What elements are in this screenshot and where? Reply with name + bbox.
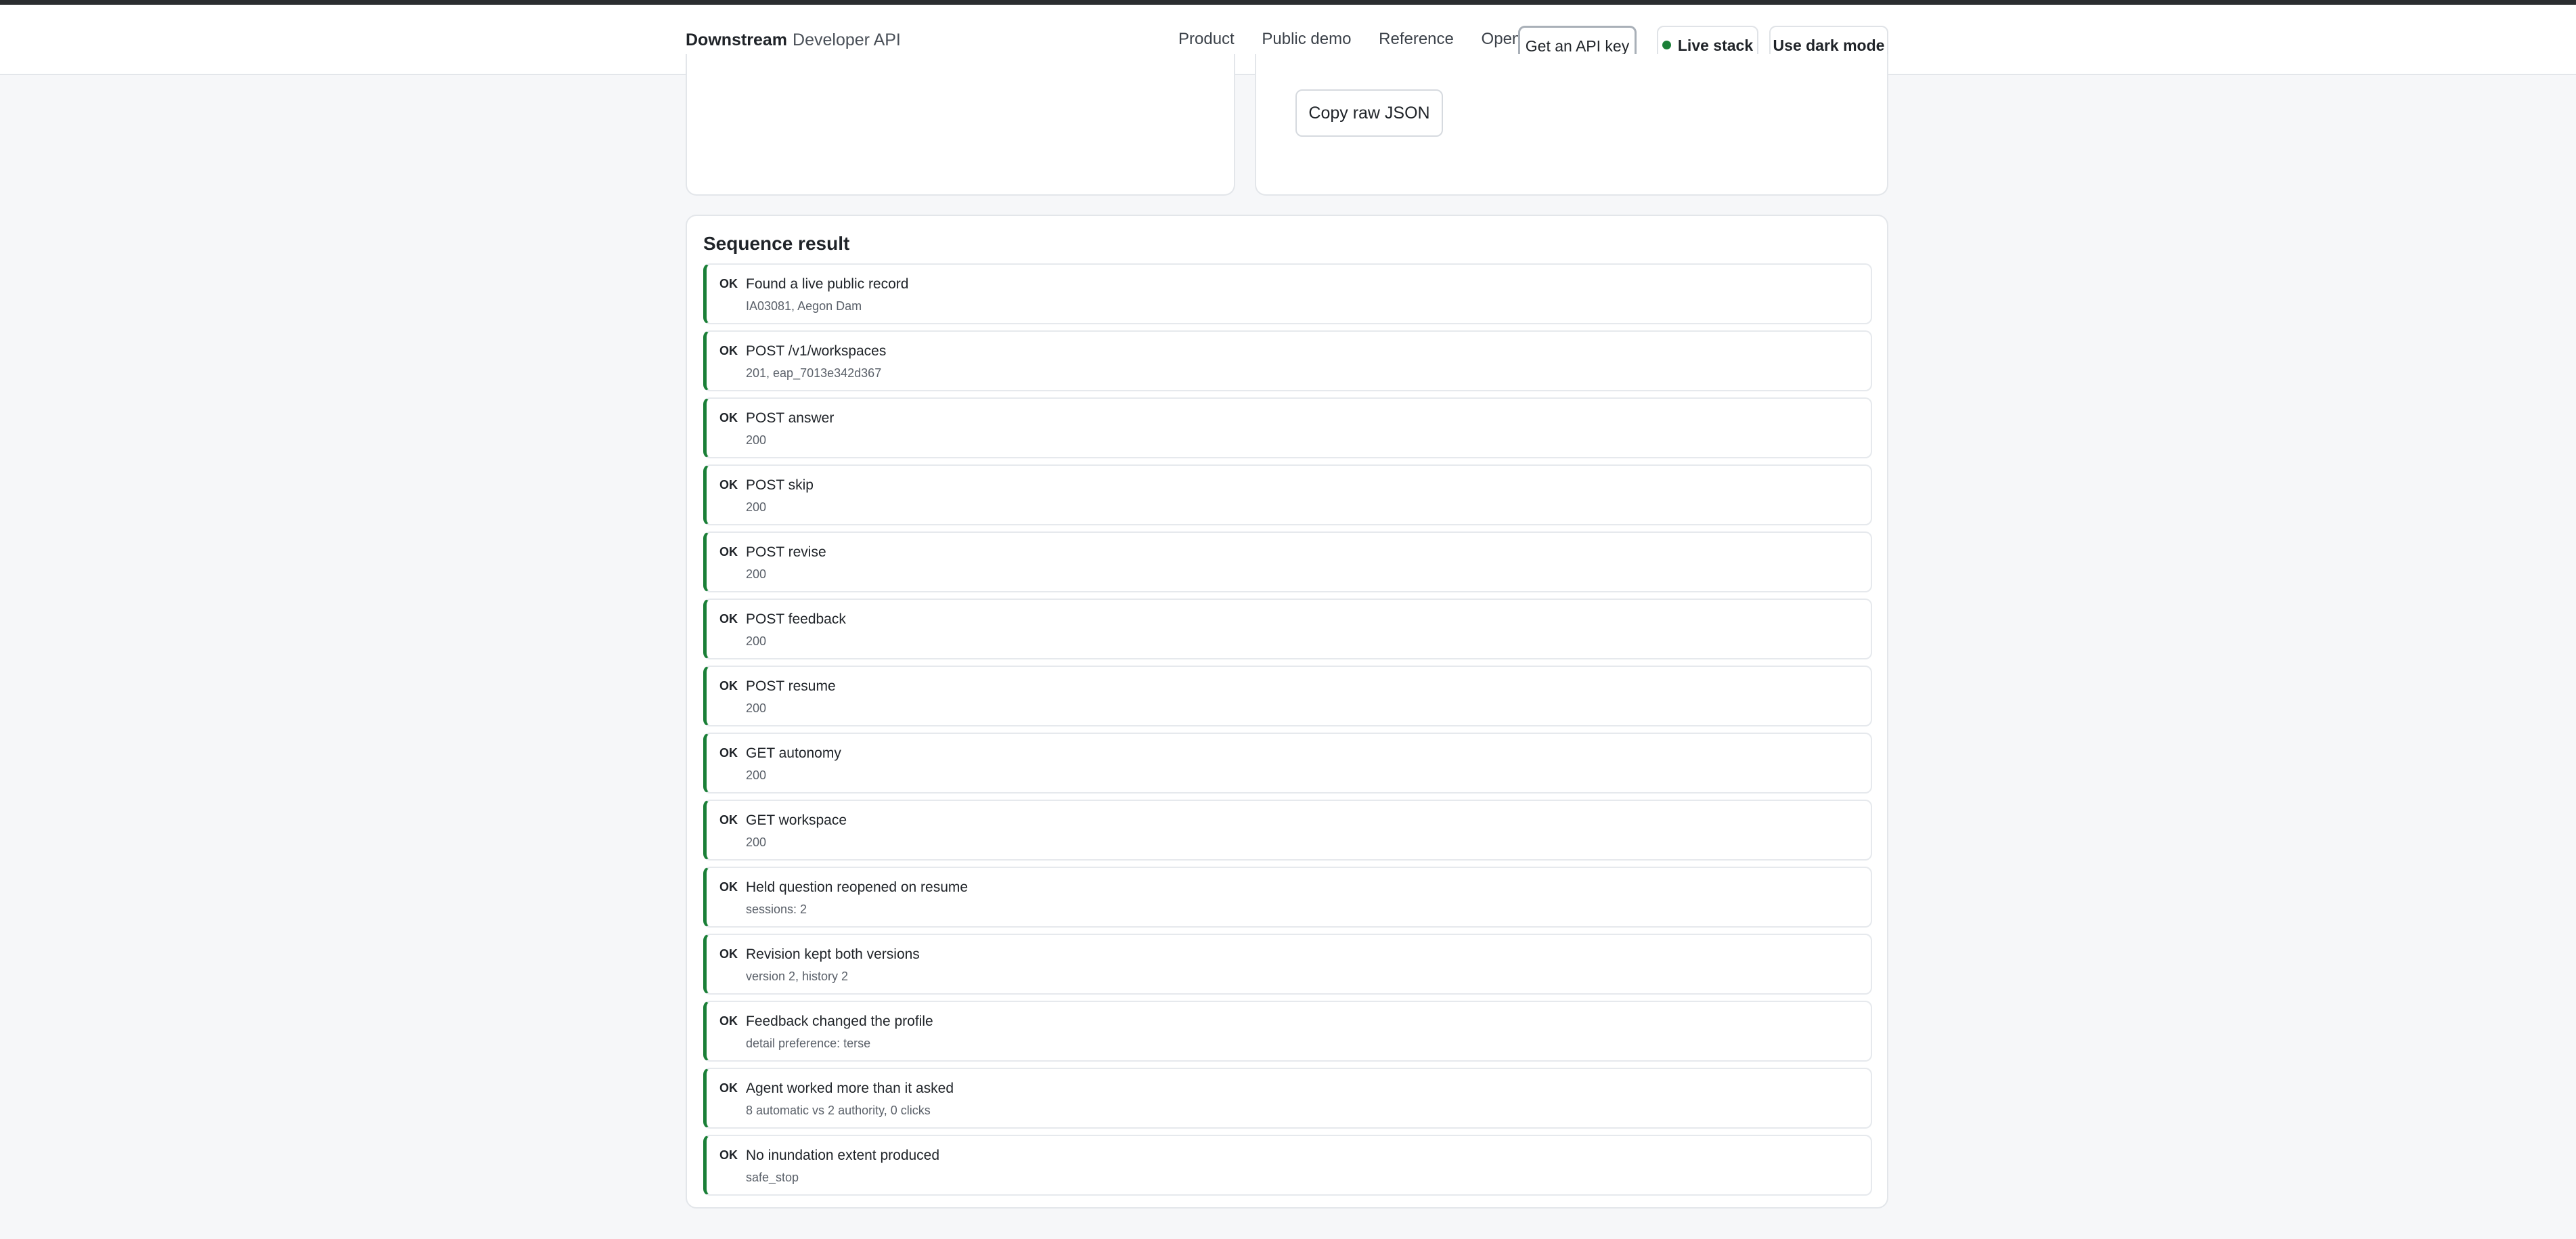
status-badge: OK xyxy=(719,1081,738,1095)
step-label: Held question reopened on resume xyxy=(746,879,969,895)
step-label: No inundation extent produced xyxy=(746,1148,940,1163)
status-badge: OK xyxy=(719,947,738,961)
sequence-result-row: OK POST revise 200 xyxy=(703,531,1872,592)
step-label: Found a live public record xyxy=(746,276,909,292)
step-detail: safe_stop xyxy=(746,1171,799,1184)
step-label: Feedback changed the profile xyxy=(746,1014,933,1029)
status-badge: OK xyxy=(719,478,738,492)
sequence-result-row: OK Found a live public record IA03081, Aeg… xyxy=(703,263,1872,324)
sequence-result-row: OK No inundation extent produced safe_stop xyxy=(703,1135,1872,1196)
sequence-result-row: OK Held question reopened on resume sessio… xyxy=(703,867,1872,928)
sequence-result-row: OK Revision kept both versions version 2, … xyxy=(703,934,1872,995)
step-label: POST revise xyxy=(746,544,826,560)
status-badge: OK xyxy=(719,1014,738,1028)
window-top-strip xyxy=(0,0,2576,5)
sequence-result-row: OK POST answer 200 xyxy=(703,397,1872,458)
sequence-result-row: OK POST skip 200 xyxy=(703,464,1872,525)
sequence-result-row: OK Feedback changed the profile detail pre… xyxy=(703,1001,1872,1062)
step-label: POST skip xyxy=(746,477,814,493)
copy-raw-json-button[interactable]: Copy raw JSON xyxy=(1295,89,1443,137)
step-detail: 200 xyxy=(746,634,767,648)
status-badge: OK xyxy=(719,746,738,760)
step-detail: detail preference: terse xyxy=(746,1037,871,1050)
step-detail: 200 xyxy=(746,567,767,581)
status-badge: OK xyxy=(719,612,738,626)
step-label: Agent worked more than it asked xyxy=(746,1081,954,1096)
status-badge: OK xyxy=(719,679,738,693)
sequence-result-panel: Sequence result OK Found a live public re… xyxy=(686,215,1888,1209)
step-label: GET autonomy xyxy=(746,745,841,761)
nav-product[interactable]: Product xyxy=(1178,30,1235,48)
sequence-result-row: OK POST resume 200 xyxy=(703,666,1872,726)
step-detail: sessions: 2 xyxy=(746,903,807,916)
status-badge: OK xyxy=(719,411,738,425)
status-badge: OK xyxy=(719,880,738,894)
sequence-result-row: OK POST feedback 200 xyxy=(703,599,1872,659)
step-detail: IA03081, Aegon Dam xyxy=(746,299,862,313)
sequence-result-row: OK POST /v1/workspaces 201, eap_7013e342d3… xyxy=(703,330,1872,391)
step-detail: 200 xyxy=(746,500,767,514)
brand[interactable]: Downstream Developer API xyxy=(686,30,901,50)
step-detail: 201, eap_7013e342d367 xyxy=(746,366,882,380)
status-badge: OK xyxy=(719,545,738,559)
step-label: POST answer xyxy=(746,410,835,426)
raw-json-panel: Copy raw JSON xyxy=(1255,54,1888,196)
status-dot-icon xyxy=(1662,41,1671,50)
nav-public-demo[interactable]: Public demo xyxy=(1262,30,1351,48)
live-stack-label: Live stack xyxy=(1677,37,1754,54)
step-label: GET workspace xyxy=(746,812,847,828)
step-detail: 200 xyxy=(746,768,767,782)
sequence-result-row: OK GET workspace 200 xyxy=(703,800,1872,861)
sequence-result-title: Sequence result xyxy=(703,233,850,254)
status-badge: OK xyxy=(719,1148,738,1162)
step-detail: 200 xyxy=(746,433,767,447)
nav-reference[interactable]: Reference xyxy=(1379,30,1454,48)
sequence-result-row: OK Agent worked more than it asked 8 autom… xyxy=(703,1068,1872,1129)
step-label: Revision kept both versions xyxy=(746,947,920,962)
status-badge: OK xyxy=(719,344,738,357)
step-detail: 8 automatic vs 2 authority, 0 clicks xyxy=(746,1104,931,1117)
request-panel xyxy=(686,54,1235,196)
step-detail: 200 xyxy=(746,701,767,715)
step-label: POST /v1/workspaces xyxy=(746,343,887,359)
step-detail: 200 xyxy=(746,835,767,849)
step-label: POST feedback xyxy=(746,611,846,627)
sequence-result-row: OK GET autonomy 200 xyxy=(703,733,1872,794)
status-badge: OK xyxy=(719,813,738,827)
sequence-result-list: OK Found a live public record IA03081, Aeg… xyxy=(703,263,1872,1202)
step-label: POST resume xyxy=(746,678,836,694)
step-detail: version 2, history 2 xyxy=(746,970,849,983)
brand-name: Downstream xyxy=(686,30,788,49)
main-nav: Product Public demo Reference OpenAPI xyxy=(1178,29,1570,49)
status-badge: OK xyxy=(719,277,738,290)
brand-subtitle: Developer API xyxy=(793,30,901,49)
